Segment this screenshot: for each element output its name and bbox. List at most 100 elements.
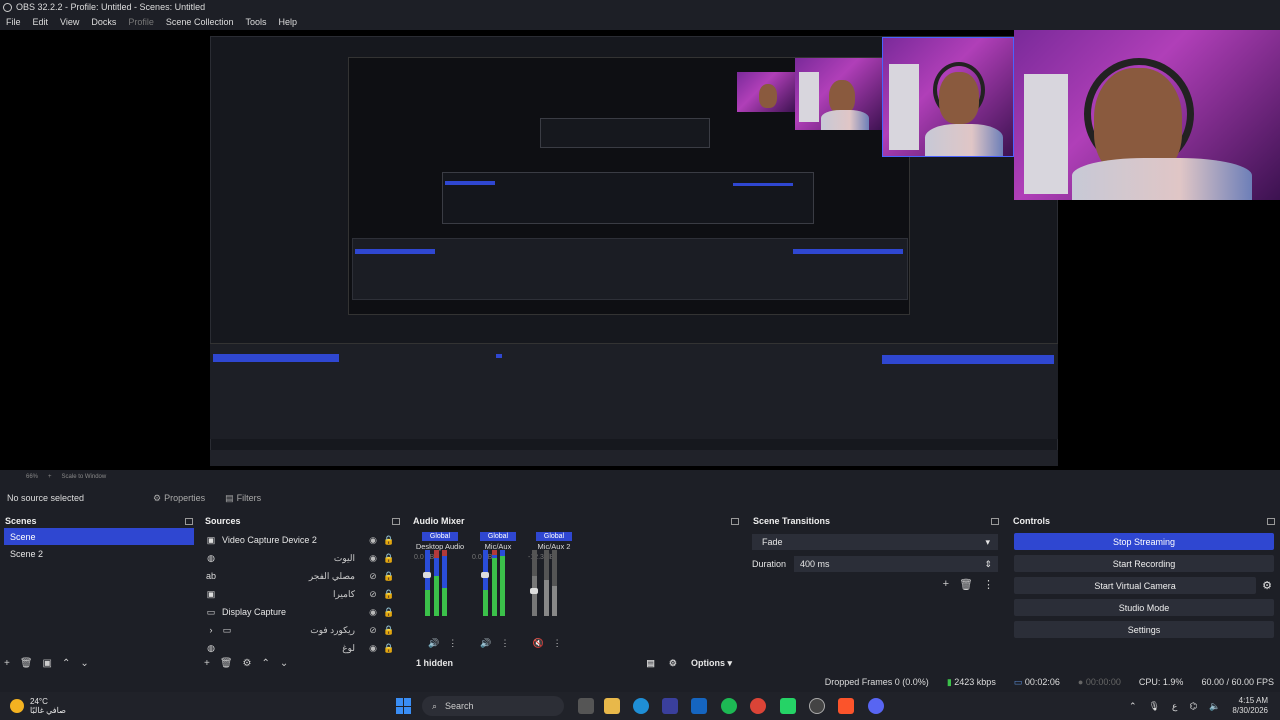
filters-button[interactable]: ▤ Filters bbox=[219, 491, 267, 506]
taskbar-search[interactable]: ⌕ Search bbox=[422, 696, 564, 716]
source-item[interactable]: ◍ اليوت ◉ 🔒 bbox=[200, 549, 405, 567]
whatsapp-icon[interactable] bbox=[780, 698, 796, 714]
chevron-up-icon[interactable]: ⌃ bbox=[262, 658, 270, 669]
scene-item[interactable]: Scene bbox=[4, 528, 194, 545]
source-item[interactable]: ab مصلي الفجر ⊘ 🔒 bbox=[200, 567, 405, 585]
store-icon[interactable] bbox=[662, 698, 678, 714]
eye-icon[interactable]: ◉ bbox=[367, 643, 379, 654]
lock-icon[interactable]: 🔒 bbox=[383, 535, 395, 546]
eye-icon[interactable]: ◉ bbox=[367, 607, 379, 618]
start-recording-button[interactable]: Start Recording bbox=[1014, 555, 1274, 572]
settings-icon[interactable]: ⋮ bbox=[553, 638, 562, 649]
speaker-icon[interactable]: 🔊 bbox=[480, 638, 491, 649]
task-view-icon[interactable] bbox=[578, 698, 594, 714]
add-icon[interactable]: + bbox=[4, 658, 10, 669]
menu-profile[interactable]: Profile bbox=[128, 17, 154, 27]
window-title: OBS 32.2.2 - Profile: Untitled - Scenes:… bbox=[16, 2, 206, 12]
undock-icon[interactable] bbox=[392, 517, 400, 525]
properties-button[interactable]: ⚙ Properties bbox=[147, 491, 211, 506]
chevron-down-icon[interactable]: ⌄ bbox=[280, 658, 288, 669]
undock-icon[interactable] bbox=[185, 517, 193, 525]
clock[interactable]: 4:15 AM 8/30/2026 bbox=[1232, 696, 1268, 716]
gear-icon[interactable]: ⚙ bbox=[669, 658, 677, 669]
outlook-icon[interactable] bbox=[691, 698, 707, 714]
eye-icon[interactable]: ◉ bbox=[367, 553, 379, 564]
network-icon[interactable]: ⌬ bbox=[1189, 701, 1197, 712]
eye-hidden-icon[interactable]: ⊘ bbox=[367, 589, 379, 600]
spinner-icon[interactable]: ⇕ bbox=[984, 559, 992, 570]
zoom-plus-icon[interactable]: + bbox=[48, 474, 52, 480]
weather-widget[interactable]: 24°C صافي غالبًا bbox=[10, 697, 90, 715]
lock-icon[interactable]: 🔒 bbox=[383, 607, 395, 618]
channel-name[interactable]: Mic/Aux bbox=[470, 541, 526, 553]
menu-docks[interactable]: Docks bbox=[91, 17, 116, 27]
chevron-down-icon[interactable]: ⌄ bbox=[80, 658, 88, 669]
start-button[interactable] bbox=[396, 698, 412, 714]
add-icon[interactable]: + bbox=[943, 578, 949, 591]
trash-icon[interactable]: 🗑 bbox=[220, 658, 233, 669]
source-item[interactable]: ◍ لوغ ◉ 🔒 bbox=[200, 639, 405, 657]
source-item[interactable]: ▭ Display Capture ◉ 🔒 bbox=[200, 603, 405, 621]
volume-slider[interactable] bbox=[423, 572, 431, 578]
obs-icon[interactable] bbox=[809, 698, 825, 714]
volume-icon[interactable]: 🔈 bbox=[1209, 701, 1220, 712]
eye-icon[interactable]: ◉ bbox=[367, 535, 379, 546]
layout-icon[interactable]: ▤ bbox=[646, 658, 655, 669]
lock-icon[interactable]: 🔒 bbox=[383, 625, 395, 636]
scene-item[interactable]: Scene 2 bbox=[4, 545, 194, 562]
chevron-up-icon[interactable]: ⌃ bbox=[62, 658, 70, 669]
trash-icon[interactable]: 🗑 bbox=[20, 658, 33, 669]
settings-icon[interactable]: ⋮ bbox=[500, 638, 509, 649]
options-button[interactable]: Options ▾ bbox=[691, 658, 732, 669]
chrome-icon[interactable] bbox=[750, 698, 766, 714]
speaker-icon[interactable]: 🔊 bbox=[428, 638, 439, 649]
menu-file[interactable]: File bbox=[6, 17, 21, 27]
chevron-up-icon[interactable]: ⌃ bbox=[1129, 701, 1137, 712]
settings-button[interactable]: Settings bbox=[1014, 621, 1274, 638]
undock-icon[interactable] bbox=[991, 517, 999, 525]
lock-icon[interactable]: 🔒 bbox=[383, 553, 395, 564]
edge-icon[interactable] bbox=[633, 698, 649, 714]
lock-icon[interactable]: 🔒 bbox=[383, 643, 395, 654]
scale-mode[interactable]: Scale to Window bbox=[62, 474, 107, 480]
hidden-count[interactable]: 1 hidden bbox=[416, 658, 453, 668]
menu-view[interactable]: View bbox=[60, 17, 79, 27]
duration-input[interactable]: 400 ms ⇕ bbox=[794, 556, 998, 572]
gear-icon[interactable]: ⚙ bbox=[1262, 579, 1272, 592]
speaker-muted-icon[interactable]: 🔇 bbox=[532, 638, 543, 649]
lock-icon[interactable]: 🔒 bbox=[383, 589, 395, 600]
transition-select[interactable]: Fade ▾ bbox=[752, 534, 998, 550]
gear-icon[interactable]: ⚙ bbox=[243, 658, 252, 669]
source-item[interactable]: › ▭ ريكورد فوت ⊘ 🔒 bbox=[200, 621, 405, 639]
file-explorer-icon[interactable] bbox=[604, 698, 620, 714]
eye-hidden-icon[interactable]: ⊘ bbox=[367, 571, 379, 582]
chevron-right-icon[interactable]: › bbox=[206, 625, 216, 635]
menu-help[interactable]: Help bbox=[278, 17, 297, 27]
settings-icon[interactable]: ⋮ bbox=[448, 638, 457, 649]
trash-icon[interactable]: 🗑 bbox=[959, 578, 973, 591]
studio-mode-button[interactable]: Studio Mode bbox=[1014, 599, 1274, 616]
channel-name[interactable]: Desktop Audio bbox=[412, 541, 468, 553]
volume-slider[interactable] bbox=[530, 588, 538, 594]
eye-hidden-icon[interactable]: ⊘ bbox=[367, 625, 379, 636]
language-indicator[interactable]: ع bbox=[1172, 701, 1177, 712]
spotify-icon[interactable] bbox=[721, 698, 737, 714]
menu-scene-collection[interactable]: Scene Collection bbox=[166, 17, 234, 27]
mic-icon[interactable]: 🎙 bbox=[1149, 701, 1160, 712]
stop-streaming-button[interactable]: Stop Streaming bbox=[1014, 533, 1274, 550]
lock-icon[interactable]: 🔒 bbox=[383, 571, 395, 582]
start-virtual-camera-button[interactable]: Start Virtual Camera bbox=[1014, 577, 1257, 594]
source-item[interactable]: ▣ كاميرا ⊘ 🔒 bbox=[200, 585, 405, 603]
add-icon[interactable]: + bbox=[204, 658, 210, 669]
menu-edit[interactable]: Edit bbox=[33, 17, 49, 27]
menu-tools[interactable]: Tools bbox=[245, 17, 266, 27]
zoom-level[interactable]: 66% bbox=[26, 474, 38, 480]
volume-slider[interactable] bbox=[481, 572, 489, 578]
undock-icon[interactable] bbox=[731, 517, 739, 525]
undock-icon[interactable] bbox=[1267, 517, 1275, 525]
more-icon[interactable]: ⋮ bbox=[983, 578, 994, 591]
filter-icon[interactable]: ▣ bbox=[43, 658, 52, 669]
brave-icon[interactable] bbox=[838, 698, 854, 714]
discord-icon[interactable] bbox=[868, 698, 884, 714]
source-item[interactable]: ▣ Video Capture Device 2 ◉ 🔒 bbox=[200, 531, 405, 549]
